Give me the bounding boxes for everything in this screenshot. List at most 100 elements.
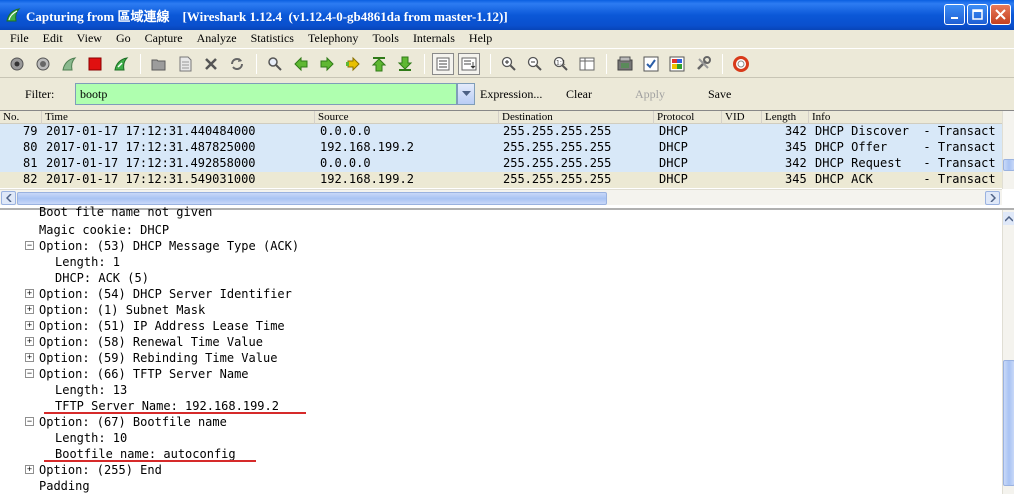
find-packet-icon[interactable] [264, 53, 286, 75]
packet-time: 2017-01-17 17:12:31.492858000 [46, 156, 256, 170]
packet-row-selected[interactable]: 82 2017-01-17 17:12:31.549031000 192.168… [0, 172, 1002, 188]
expand-toggle[interactable]: + [25, 337, 34, 346]
options-icon[interactable] [32, 53, 54, 75]
menu-statistics[interactable]: Statistics [244, 31, 301, 46]
collapse-toggle[interactable]: − [25, 241, 34, 250]
menu-tools[interactable]: Tools [365, 31, 406, 46]
close-button[interactable] [990, 4, 1011, 25]
detail-line[interactable]: Length: 10 [55, 430, 127, 446]
stop-capture-icon[interactable] [84, 53, 106, 75]
detail-line[interactable]: Option: (53) DHCP Message Type (ACK) [39, 238, 299, 254]
go-first-icon[interactable] [368, 53, 390, 75]
coloring-rules-icon[interactable] [666, 53, 688, 75]
menu-go[interactable]: Go [109, 31, 138, 46]
packet-row[interactable]: 80 2017-01-17 17:12:31.487825000 192.168… [0, 140, 1002, 156]
resize-columns-icon[interactable] [576, 53, 598, 75]
reload-icon[interactable] [226, 53, 248, 75]
autoscroll-icon[interactable] [458, 53, 480, 75]
open-file-icon[interactable] [148, 53, 170, 75]
save-filter-button[interactable]: Save [708, 87, 731, 102]
expand-toggle[interactable]: + [25, 289, 34, 298]
filter-input[interactable]: bootp [75, 83, 457, 105]
filter-history-dropdown[interactable] [457, 83, 475, 105]
menu-view[interactable]: View [70, 31, 109, 46]
restart-capture-icon[interactable] [110, 53, 132, 75]
minimize-button[interactable] [944, 4, 965, 25]
scroll-up-button[interactable] [1003, 212, 1014, 225]
detail-line[interactable]: Option: (54) DHCP Server Identifier [39, 286, 292, 302]
vscroll-thumb[interactable] [1003, 159, 1014, 171]
detail-line[interactable]: Length: 13 [55, 382, 127, 398]
normal-size-icon[interactable]: 1:1 [550, 53, 572, 75]
detail-line[interactable]: Length: 1 [55, 254, 120, 270]
interfaces-icon[interactable] [6, 53, 28, 75]
packet-info: DHCP Request - Transact [815, 156, 996, 170]
expand-toggle[interactable]: + [25, 465, 34, 474]
detail-line[interactable]: DHCP: ACK (5) [55, 270, 149, 286]
save-file-icon[interactable] [174, 53, 196, 75]
capture-filters-icon[interactable] [614, 53, 636, 75]
packet-time: 2017-01-17 17:12:31.549031000 [46, 172, 256, 186]
detail-line[interactable]: Option: (58) Renewal Time Value [39, 334, 263, 350]
detail-line[interactable]: Option: (255) End [39, 462, 162, 478]
packet-protocol: DHCP [659, 172, 688, 186]
packet-list-vscrollbar[interactable] [1002, 111, 1014, 189]
close-file-icon[interactable] [200, 53, 222, 75]
go-to-packet-icon[interactable] [342, 53, 364, 75]
zoom-out-icon[interactable] [524, 53, 546, 75]
menu-file[interactable]: File [4, 31, 36, 46]
detail-line[interactable]: Option: (59) Rebinding Time Value [39, 350, 277, 366]
clear-button[interactable]: Clear [566, 87, 592, 102]
collapse-toggle[interactable]: − [25, 417, 34, 426]
column-header-source[interactable]: Source [314, 111, 349, 124]
collapse-toggle[interactable]: − [25, 369, 34, 378]
packet-protocol: DHCP [659, 156, 688, 170]
detail-line[interactable]: Padding [39, 478, 90, 494]
apply-button[interactable]: Apply [635, 87, 665, 102]
packet-source: 0.0.0.0 [320, 156, 371, 170]
scroll-right-button[interactable] [985, 191, 1000, 205]
detail-line[interactable]: Magic cookie: DHCP [39, 222, 169, 238]
title-bar: Capturing from 區域連線 [Wireshark 1.12.4 (v… [0, 0, 1014, 30]
help-icon[interactable] [730, 53, 752, 75]
window-title: Capturing from 區域連線 [Wireshark 1.12.4 (v… [26, 8, 508, 24]
packet-row[interactable]: 79 2017-01-17 17:12:31.440484000 0.0.0.0… [0, 124, 1002, 140]
menu-internals[interactable]: Internals [406, 31, 462, 46]
column-header-length[interactable]: Length [761, 111, 796, 124]
column-header-info[interactable]: Info [808, 111, 830, 124]
expand-toggle[interactable]: + [25, 321, 34, 330]
expand-toggle[interactable]: + [25, 353, 34, 362]
maximize-button[interactable] [967, 4, 988, 25]
colorize-icon[interactable] [432, 53, 454, 75]
detail-line[interactable]: Option: (1) Subnet Mask [39, 302, 205, 318]
vscroll-thumb[interactable] [1003, 360, 1014, 486]
column-header-protocol[interactable]: Protocol [653, 111, 694, 124]
details-vscrollbar[interactable] [1002, 210, 1014, 494]
expand-toggle[interactable]: + [25, 305, 34, 314]
packet-row[interactable]: 81 2017-01-17 17:12:31.492858000 0.0.0.0… [0, 156, 1002, 172]
go-back-icon[interactable] [290, 53, 312, 75]
column-header-time[interactable]: Time [41, 111, 68, 124]
go-last-icon[interactable] [394, 53, 416, 75]
column-header-vid[interactable]: VID [721, 111, 745, 124]
detail-line[interactable]: Option: (66) TFTP Server Name [39, 366, 249, 382]
menu-help[interactable]: Help [462, 31, 499, 46]
expression-button[interactable]: Expression... [480, 87, 542, 102]
column-header-destination[interactable]: Destination [498, 111, 553, 124]
packet-list-hscrollbar[interactable] [0, 189, 1002, 205]
column-header-no[interactable]: No. [0, 111, 19, 124]
packet-no: 79 [23, 124, 38, 138]
display-filters-icon[interactable] [640, 53, 662, 75]
detail-line[interactable]: Option: (51) IP Address Lease Time [39, 318, 285, 334]
detail-line[interactable]: Boot file name not given [39, 204, 212, 220]
menu-capture[interactable]: Capture [138, 31, 190, 46]
menu-edit[interactable]: Edit [36, 31, 70, 46]
zoom-in-icon[interactable] [498, 53, 520, 75]
scroll-left-button[interactable] [1, 191, 16, 205]
menu-analyze[interactable]: Analyze [190, 31, 244, 46]
go-forward-icon[interactable] [316, 53, 338, 75]
menu-telephony[interactable]: Telephony [301, 31, 365, 46]
start-capture-icon[interactable] [58, 53, 80, 75]
detail-line[interactable]: Option: (67) Bootfile name [39, 414, 227, 430]
preferences-icon[interactable] [692, 53, 714, 75]
